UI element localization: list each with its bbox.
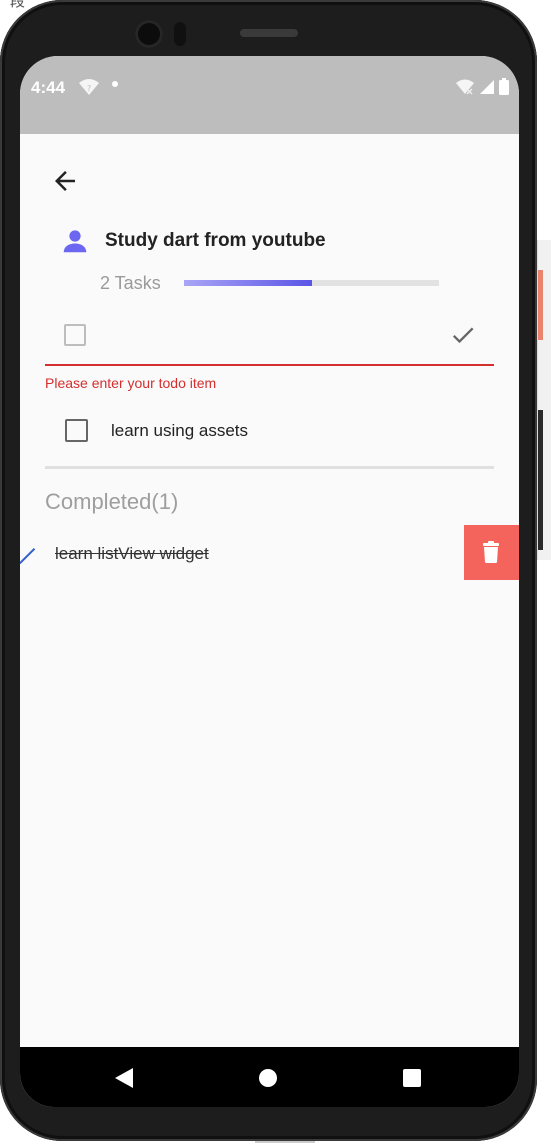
speaker-grille	[240, 29, 298, 37]
check-icon[interactable]	[449, 321, 477, 349]
wifi-off-icon	[456, 79, 474, 95]
progress-fill	[184, 280, 312, 286]
progress-bar	[184, 280, 439, 286]
wifi-icon: ?	[79, 79, 99, 95]
notification-dot	[112, 81, 118, 87]
nav-recents-button[interactable]	[403, 1069, 421, 1087]
status-bar: 4:44 ?	[20, 56, 519, 134]
background-text-fragment: 段	[10, 0, 26, 10]
new-todo-input-underline[interactable]	[45, 364, 494, 366]
back-button[interactable]	[50, 166, 80, 196]
task-count: 2 Tasks	[100, 273, 161, 293]
todo-item[interactable]: learn using assets	[65, 416, 495, 446]
completed-item-label[interactable]: learn listView widget	[55, 544, 209, 564]
person-icon	[63, 230, 87, 253]
svg-text:?: ?	[87, 84, 91, 93]
camera-icon	[135, 20, 163, 48]
screen: 4:44 ? Study dart from youtube 2 Tasks P…	[20, 56, 519, 1107]
navigation-bar	[20, 1047, 519, 1107]
todo-label: learn using assets	[111, 421, 249, 440]
completed-header: Completed(1)	[45, 489, 179, 514]
new-todo-checkbox[interactable]	[64, 324, 86, 346]
cell-signal-icon	[480, 79, 494, 94]
project-title: Study dart from youtube	[105, 230, 326, 251]
nav-back-button[interactable]	[115, 1068, 133, 1088]
error-message: Please enter your todo item	[45, 375, 217, 391]
trash-icon[interactable]	[481, 541, 501, 563]
nav-home-button[interactable]	[259, 1069, 277, 1087]
sensor	[174, 22, 186, 46]
todo-checkbox[interactable]	[65, 419, 88, 442]
section-divider	[45, 466, 494, 469]
background-window-edge	[537, 240, 551, 560]
status-time: 4:44	[31, 78, 66, 97]
check-icon	[20, 547, 36, 565]
phone-frame: 4:44 ? Study dart from youtube 2 Tasks P…	[0, 0, 537, 1141]
delete-swipe-action[interactable]	[464, 525, 519, 580]
battery-icon	[499, 78, 509, 95]
